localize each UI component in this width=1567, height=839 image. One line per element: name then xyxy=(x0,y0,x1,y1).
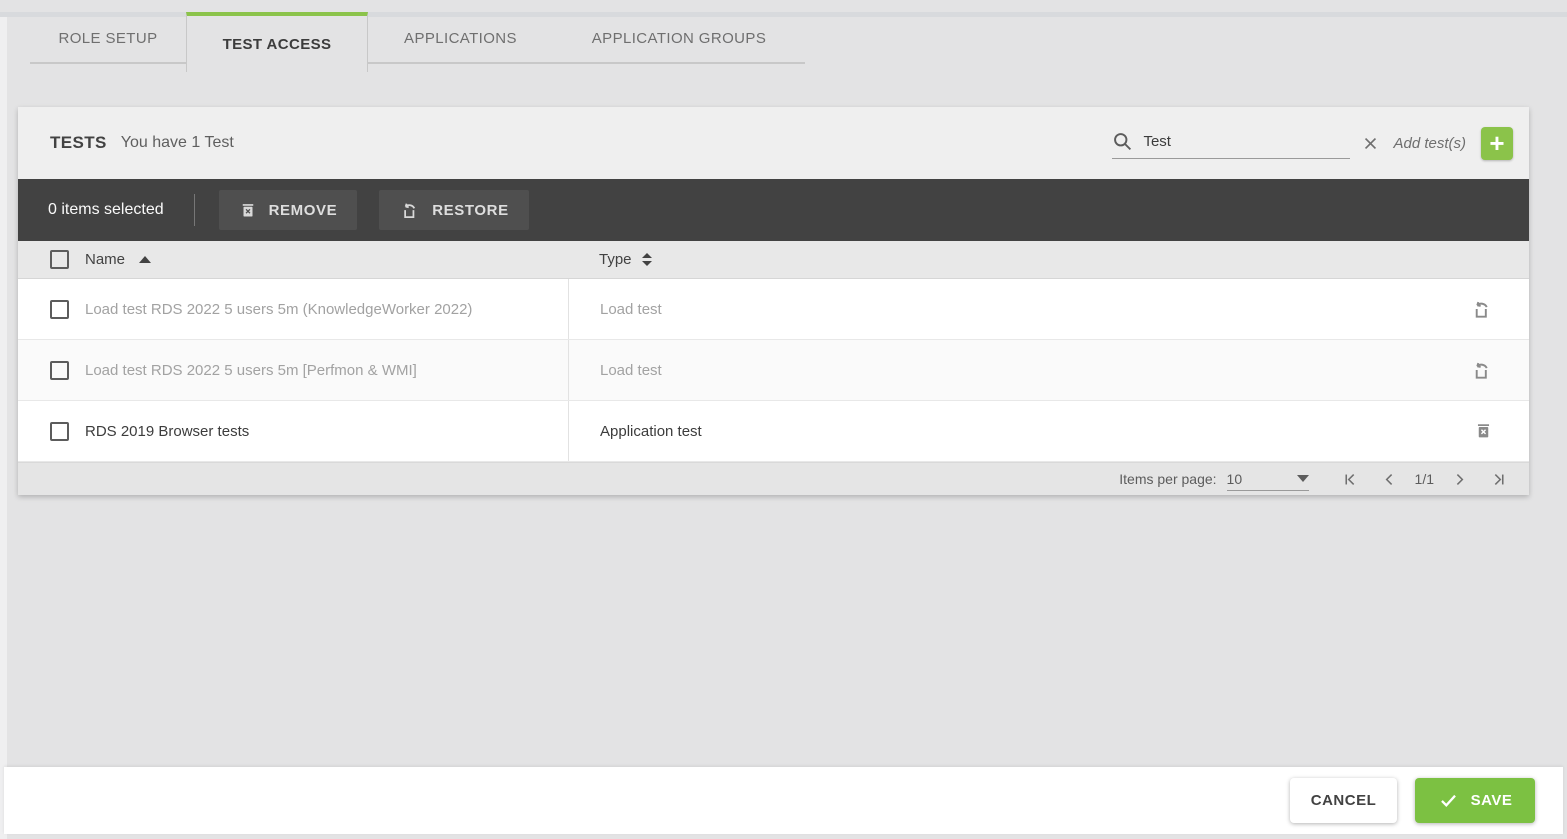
toolbar-divider xyxy=(194,194,195,226)
trash-x-icon xyxy=(239,201,257,220)
page-left-edge xyxy=(0,17,7,839)
restore-icon xyxy=(1470,298,1493,321)
row-checkbox[interactable] xyxy=(50,300,69,319)
pagination-bar: Items per page: 10 1/1 xyxy=(18,462,1529,495)
table-header-row: Name Type xyxy=(18,241,1529,279)
table-row: Load test RDS 2022 5 users 5m [Perfmon &… xyxy=(18,340,1529,401)
panel-title: TESTS xyxy=(50,133,107,153)
selected-count-text: 0 items selected xyxy=(48,201,164,219)
column-type-label: Type xyxy=(599,251,632,268)
footer-action-bar: CANCEL SAVE xyxy=(4,767,1563,834)
tests-panel: TESTS You have 1 Test Add test(s) + 0 it… xyxy=(18,107,1529,495)
last-page-icon xyxy=(1490,471,1507,488)
remove-button[interactable]: REMOVE xyxy=(219,190,358,230)
tab-role-setup[interactable]: ROLE SETUP xyxy=(30,12,186,64)
items-per-page-select[interactable]: 10 xyxy=(1227,467,1309,491)
clear-search-icon[interactable] xyxy=(1362,135,1379,152)
first-page-button[interactable] xyxy=(1331,471,1370,488)
plus-icon: + xyxy=(1489,129,1504,157)
test-name: Load test RDS 2022 5 users 5m (Knowledge… xyxy=(85,301,568,318)
restore-icon xyxy=(399,200,420,221)
tab-applications[interactable]: APPLICATIONS xyxy=(368,12,553,64)
column-name-label: Name xyxy=(85,251,125,268)
sort-both-icon xyxy=(642,253,652,266)
row-checkbox[interactable] xyxy=(50,361,69,380)
select-all-checkbox[interactable] xyxy=(50,250,69,269)
tab-application-groups[interactable]: APPLICATION GROUPS xyxy=(553,12,805,64)
tab-bar: ROLE SETUP TEST ACCESS APPLICATIONS APPL… xyxy=(30,12,1567,64)
column-header-name[interactable]: Name xyxy=(85,251,568,268)
chevron-left-icon xyxy=(1381,471,1398,488)
save-button[interactable]: SAVE xyxy=(1415,778,1535,823)
restore-button[interactable]: RESTORE xyxy=(379,190,528,230)
items-per-page-value: 10 xyxy=(1227,471,1243,487)
restore-icon xyxy=(1470,359,1493,382)
items-per-page-label: Items per page: xyxy=(1119,471,1216,487)
search-field xyxy=(1112,127,1350,159)
previous-page-button[interactable] xyxy=(1370,471,1409,488)
test-type: Load test xyxy=(568,279,1428,339)
last-page-button[interactable] xyxy=(1479,471,1507,488)
panel-subtitle: You have 1 Test xyxy=(121,134,234,152)
table-row: RDS 2019 Browser tests Application test xyxy=(18,401,1529,462)
add-test-button[interactable]: + xyxy=(1481,127,1513,160)
search-icon xyxy=(1112,131,1133,152)
test-name: Load test RDS 2022 5 users 5m [Perfmon &… xyxy=(85,362,568,379)
chevron-right-icon xyxy=(1451,471,1468,488)
column-header-type[interactable]: Type xyxy=(568,251,1428,268)
page-indicator: 1/1 xyxy=(1415,471,1434,487)
first-page-icon xyxy=(1342,471,1359,488)
check-icon xyxy=(1438,790,1459,811)
row-checkbox[interactable] xyxy=(50,422,69,441)
test-name: RDS 2019 Browser tests xyxy=(85,423,568,440)
test-type: Application test xyxy=(568,401,1428,461)
tests-panel-header: TESTS You have 1 Test Add test(s) + xyxy=(18,107,1529,179)
remove-row-button[interactable] xyxy=(1474,421,1493,441)
search-input[interactable] xyxy=(1143,133,1350,150)
sort-asc-icon xyxy=(139,256,151,263)
add-tests-label: Add test(s) xyxy=(1393,135,1466,152)
selection-toolbar: 0 items selected REMOVE RESTORE xyxy=(18,179,1529,241)
restore-row-button[interactable] xyxy=(1470,298,1493,321)
restore-button-label: RESTORE xyxy=(432,202,508,219)
test-type: Load test xyxy=(568,340,1428,400)
cancel-button[interactable]: CANCEL xyxy=(1290,778,1397,823)
next-page-button[interactable] xyxy=(1440,471,1479,488)
remove-button-label: REMOVE xyxy=(269,202,338,219)
table-row: Load test RDS 2022 5 users 5m (Knowledge… xyxy=(18,279,1529,340)
save-button-label: SAVE xyxy=(1471,792,1513,809)
trash-x-icon xyxy=(1474,421,1493,441)
tab-test-access[interactable]: TEST ACCESS xyxy=(186,12,368,72)
chevron-down-icon xyxy=(1297,475,1309,482)
restore-row-button[interactable] xyxy=(1470,359,1493,382)
